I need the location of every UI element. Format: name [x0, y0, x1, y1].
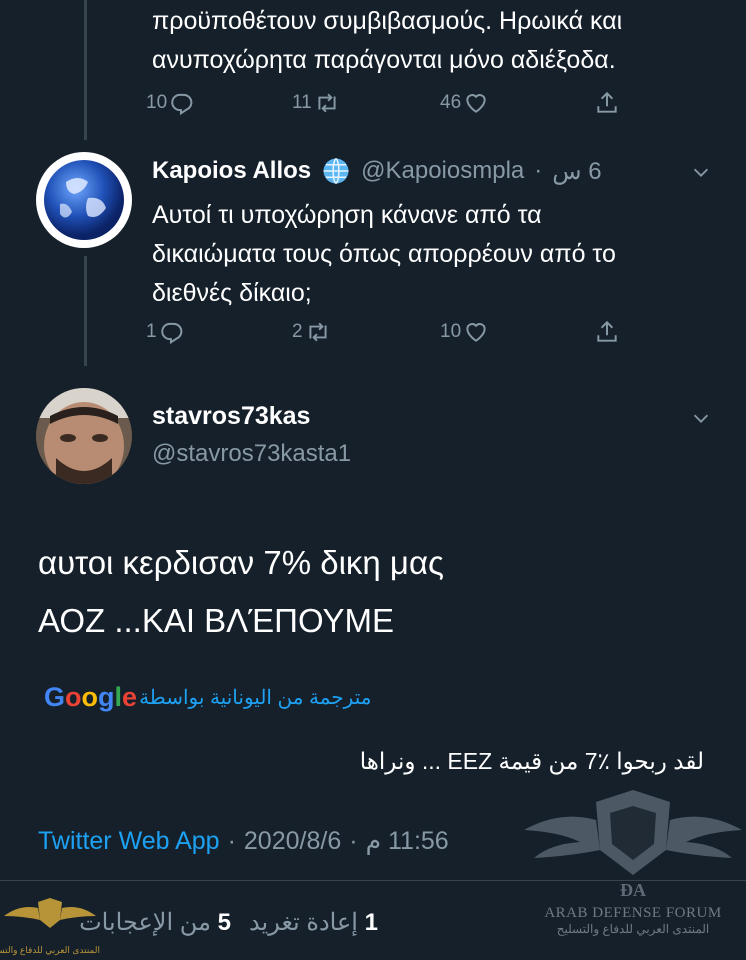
- translated-by[interactable]: Google مترجمة من اليونانية بواسطة: [44, 682, 371, 713]
- face-avatar-image: [36, 388, 132, 484]
- thread-line-top: [84, 0, 87, 140]
- reply-icon: [160, 322, 182, 345]
- stavros-name[interactable]: stavros73kas: [152, 402, 310, 431]
- kapoios-line1: Αυτοί τι υποχώρηση κάνανε από τα: [152, 201, 542, 229]
- likes-stat[interactable]: 5 من الإعجابات: [79, 908, 231, 937]
- kapoios-like-count: 10: [440, 321, 462, 342]
- svg-text:ÐA: ÐA: [620, 880, 646, 900]
- share-icon: [597, 320, 617, 342]
- reply-icon: [171, 93, 193, 116]
- watermark-small-text: المنتدى العربي للدفاع والتسليح: [0, 945, 100, 955]
- prev-reply-count: 10: [146, 92, 168, 113]
- heart-icon: [466, 94, 486, 113]
- tweet-time[interactable]: 11:56 م: [366, 826, 449, 856]
- share-icon: [597, 91, 617, 113]
- prev-reply-button[interactable]: 10: [146, 90, 195, 116]
- stavros-line1: αυτοι κερδισαν 7% δικη μας: [38, 544, 444, 581]
- watermark-small: المنتدى العربي للدفاع والتسليح: [0, 892, 100, 960]
- engagement-row: 1 إعادة تغريد 5 من الإعجابات: [79, 908, 378, 937]
- kapoios-share-button[interactable]: [594, 319, 620, 345]
- translation-text: لقد ربحوا ٪7 من قيمة EEZ ... ونراها: [359, 748, 704, 774]
- kapoios-line2: δικαιώματα τους όπως απορρέουν από το: [152, 240, 616, 268]
- stavros-line2: ΑΟΖ ...ΚΑΙ ΒΛΈΠΟΥΜΕ: [38, 602, 395, 639]
- retweets-count: 1: [364, 909, 378, 936]
- watermark-line2: المنتدى العربي للدفاع والتسليح: [556, 922, 710, 936]
- meta-sep2: ·: [349, 826, 358, 855]
- heart-icon: [466, 323, 486, 342]
- retweets-label: إعادة تغريد: [248, 909, 358, 936]
- thread-line-middle: [84, 256, 87, 366]
- prev-tweet-text: προϋποθέτουν συμβιβασμούς. Ηρωικά και αν…: [152, 2, 622, 80]
- watermark-logo: ÐA ARAB DEFENSE FORUM المنتدى العربي للد…: [520, 780, 746, 960]
- kapoios-retweet-button[interactable]: 2: [292, 319, 331, 345]
- kapoios-separator: ·: [534, 157, 543, 184]
- small-wings-icon: [4, 898, 96, 928]
- prev-retweet-count: 11: [292, 92, 312, 113]
- globe-emoji-icon: [323, 157, 349, 185]
- watermark-line1: ARAB DEFENSE FORUM: [544, 905, 722, 921]
- prev-tweet-line1: προϋποθέτουν συμβιβασμούς. Ηρωικά και: [152, 7, 623, 35]
- retweet-icon: [318, 93, 336, 113]
- prev-tweet-line2: ανυποχώρητα παράγονται μόνο αδιέξοδα.: [152, 46, 616, 74]
- tweet-date[interactable]: 2020/8/6: [244, 827, 341, 856]
- translated-by-label: مترجمة من اليونانية بواسطة: [139, 687, 372, 709]
- meta-sep1: ·: [227, 826, 236, 855]
- kapoios-chevron-down-icon[interactable]: [690, 161, 712, 183]
- stavros-avatar[interactable]: [36, 388, 132, 484]
- kapoios-tweet-text: Αυτοί τι υποχώρηση κάνανε από τα δικαιώμ…: [152, 196, 616, 313]
- stavros-tweet-text: αυτοι κερδισαν 7% δικη μας ΑΟΖ ...ΚΑΙ ΒΛ…: [38, 534, 444, 650]
- retweet-icon: [309, 322, 327, 342]
- source-link[interactable]: Twitter Web App: [38, 827, 220, 856]
- prev-like-count: 46: [440, 92, 462, 113]
- kapoios-time[interactable]: 6 س: [552, 157, 601, 186]
- kapoios-name[interactable]: Kapoios Allos: [152, 157, 311, 185]
- google-logo: Google: [44, 682, 138, 712]
- kapoios-handle[interactable]: @Kapoiosmpla: [361, 157, 524, 185]
- kapoios-like-button[interactable]: 10: [440, 319, 489, 345]
- prev-like-button[interactable]: 46: [440, 90, 489, 116]
- prev-retweet-button[interactable]: 11: [292, 90, 340, 116]
- likes-count: 5: [217, 909, 231, 936]
- shield-wings-icon: ÐA: [524, 790, 742, 900]
- kapoios-header: Kapoios Allos @Kapoiosmpla · 6 س: [152, 156, 602, 186]
- prev-share-button[interactable]: [594, 90, 620, 116]
- stavros-chevron-down-icon[interactable]: [690, 407, 712, 429]
- tweet-meta: Twitter Web App · 2020/8/6 · 11:56 م: [38, 826, 449, 856]
- kapoios-retweet-count: 2: [292, 321, 303, 342]
- kapoios-avatar[interactable]: [36, 152, 132, 248]
- globe-avatar-image: [37, 153, 131, 247]
- kapoios-reply-button[interactable]: 1: [146, 319, 185, 345]
- retweets-stat[interactable]: 1 إعادة تغريد: [249, 908, 378, 937]
- kapoios-line3: διεθνές δίκαιο;: [152, 279, 312, 307]
- kapoios-reply-count: 1: [146, 321, 157, 342]
- stavros-handle[interactable]: @stavros73kasta1: [152, 440, 351, 468]
